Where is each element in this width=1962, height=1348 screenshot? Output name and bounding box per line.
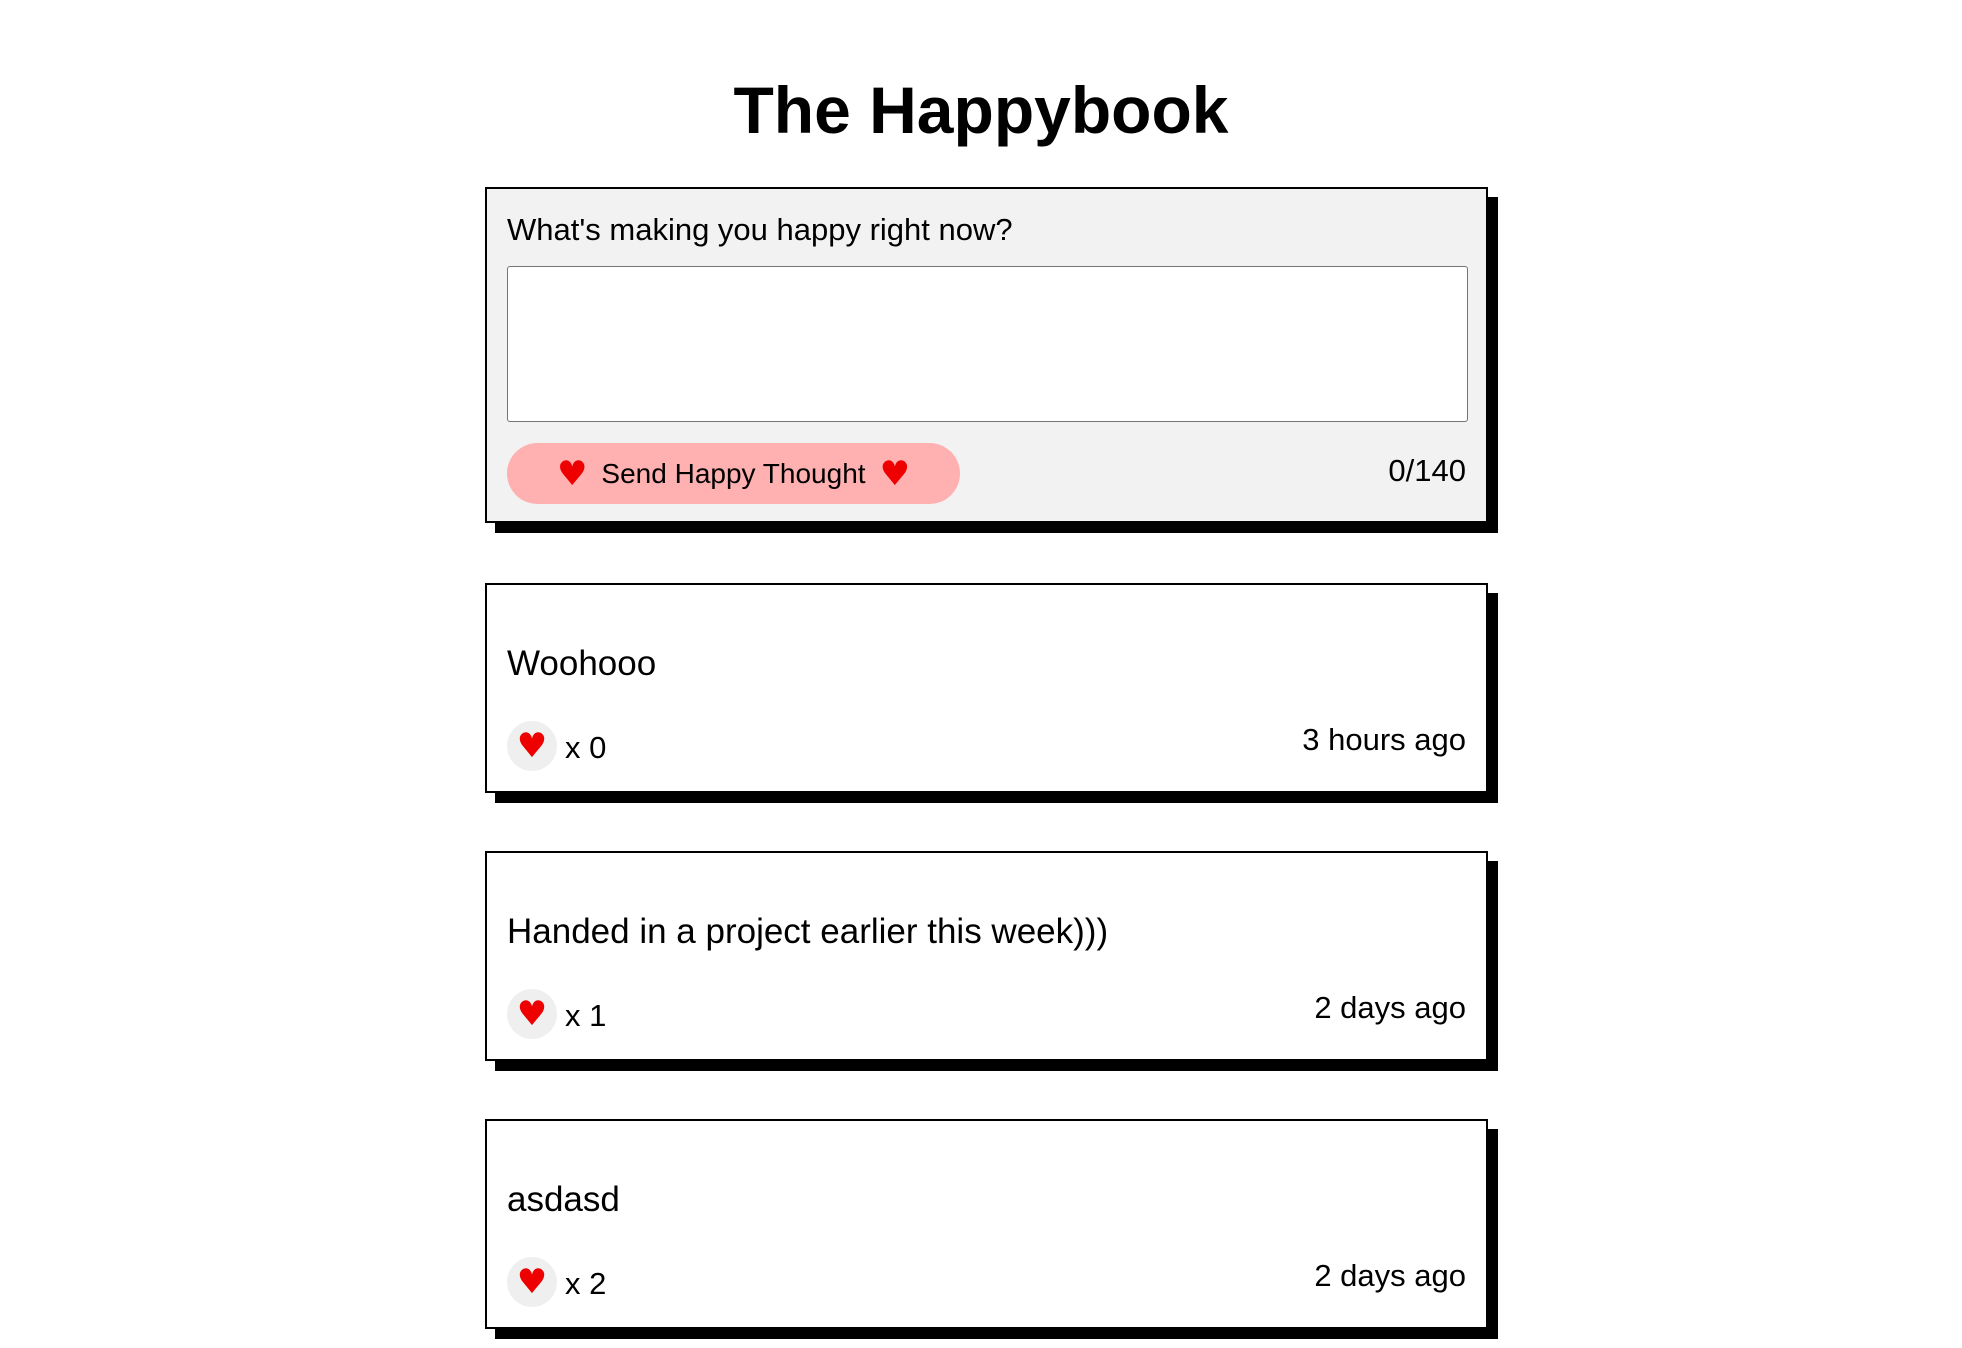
thought-message: asdasd [507,1180,620,1219]
like-count: x 2 [565,1266,607,1301]
send-happy-thought-button[interactable]: ♥ Send Happy Thought ♥ [507,443,960,504]
like-count: x 1 [565,998,607,1033]
heart-icon: ♥ [516,726,548,766]
like-button[interactable]: ♥ [507,1257,557,1307]
thought-card: Handed in a project earlier this week)))… [485,851,1488,1061]
thought-input[interactable] [507,266,1468,422]
heart-icon: ♥ [556,453,588,494]
thought-card: Woohooo ♥ x 0 3 hours ago [485,583,1488,793]
thought-message: Woohooo [507,644,657,683]
thought-composer: What's making you happy right now? ♥ Sen… [485,187,1488,523]
character-counter: 0/140 [1388,453,1466,488]
page: The Happybook What's making you happy ri… [0,0,1962,1348]
thought-message: Handed in a project earlier this week))) [507,912,1109,951]
heart-icon: ♥ [516,994,548,1034]
send-button-label: Send Happy Thought [601,457,866,489]
thought-timestamp: 2 days ago [1314,1258,1466,1293]
thought-timestamp: 2 days ago [1314,990,1466,1025]
thought-card: asdasd ♥ x 2 2 days ago [485,1119,1488,1329]
like-count: x 0 [565,730,607,765]
page-title: The Happybook [733,73,1229,147]
thought-timestamp: 3 hours ago [1302,722,1466,757]
like-button[interactable]: ♥ [507,721,557,771]
heart-icon: ♥ [516,1262,548,1302]
like-button[interactable]: ♥ [507,989,557,1039]
composer-prompt: What's making you happy right now? [507,212,1013,247]
heart-icon: ♥ [879,453,911,494]
